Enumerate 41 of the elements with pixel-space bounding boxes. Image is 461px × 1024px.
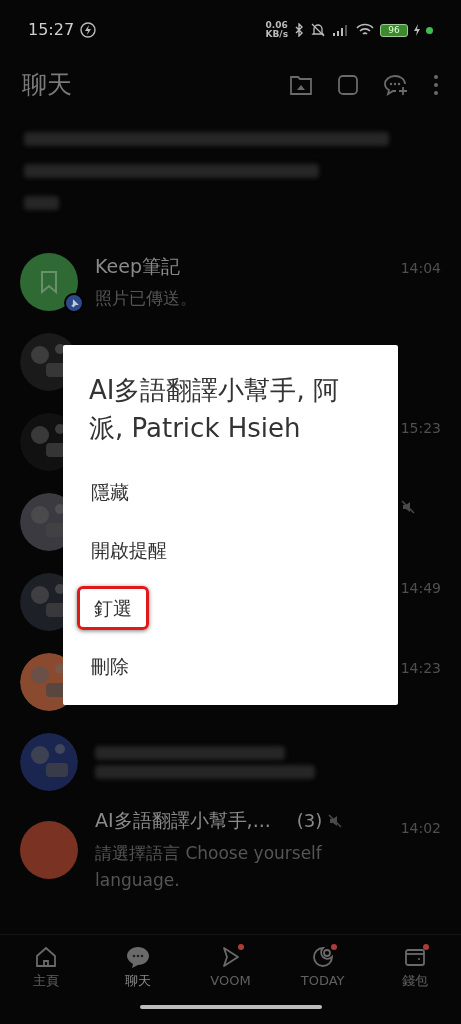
chat-time: 14:02 <box>400 820 441 836</box>
menu-item[interactable]: 隱藏 <box>77 470 143 514</box>
member-count: (3) <box>296 809 323 833</box>
chat-preview: 請選擇語言 Choose yourself language. <box>95 841 323 892</box>
nav-tab[interactable]: VOOM <box>190 945 271 991</box>
chat-bubble-icon <box>125 945 152 969</box>
nav-tab[interactable]: 錢包 <box>374 945 455 991</box>
more-icon[interactable] <box>433 74 439 96</box>
wifi-icon <box>356 23 374 37</box>
photo-folder-icon[interactable] <box>289 74 313 96</box>
bookmark-icon <box>39 270 59 294</box>
pin-icon <box>69 298 79 308</box>
dialog-title: AI多語翻譯小幫手, 阿派, Patrick Hsieh <box>88 374 340 445</box>
blurred-text <box>24 196 59 210</box>
new-chat-icon[interactable] <box>383 74 409 96</box>
chat-time: 15:23 <box>400 420 441 436</box>
network-speed-unit: KB/s <box>265 30 288 39</box>
chat-time: 14:49 <box>400 580 441 596</box>
menu-item[interactable]: 開啟提醒 <box>77 528 181 572</box>
status-time: 15:27 <box>28 19 75 41</box>
chat-name: AI多語翻譯小幫手,... <box>95 808 271 834</box>
nav-tab[interactable]: TODAY <box>282 945 363 991</box>
chat-preview: 照片已傳送。 <box>95 287 198 311</box>
network-speed: 0.06 <box>265 21 288 30</box>
battery-indicator: 96 <box>380 23 408 37</box>
menu-item[interactable]: 釘選 <box>77 586 149 630</box>
menu-item[interactable]: 刪除 <box>77 644 143 688</box>
chat-time: 14:23 <box>400 660 441 676</box>
silent-icon <box>310 23 326 37</box>
moon-icon <box>310 945 335 969</box>
home-icon <box>34 945 59 969</box>
bluetooth-icon <box>294 23 304 37</box>
nav-tab[interactable]: 主頁 <box>6 945 87 991</box>
charging-icon <box>80 22 97 38</box>
chat-name: Keep筆記 <box>95 253 180 279</box>
nav-tab[interactable]: 聊天 <box>98 945 179 991</box>
signal-icon <box>332 24 350 36</box>
chat-time: 14:04 <box>400 260 441 276</box>
charging-bolt-icon <box>414 24 420 36</box>
square-chat-icon[interactable] <box>337 74 359 96</box>
page-title: 聊天 <box>22 69 72 102</box>
